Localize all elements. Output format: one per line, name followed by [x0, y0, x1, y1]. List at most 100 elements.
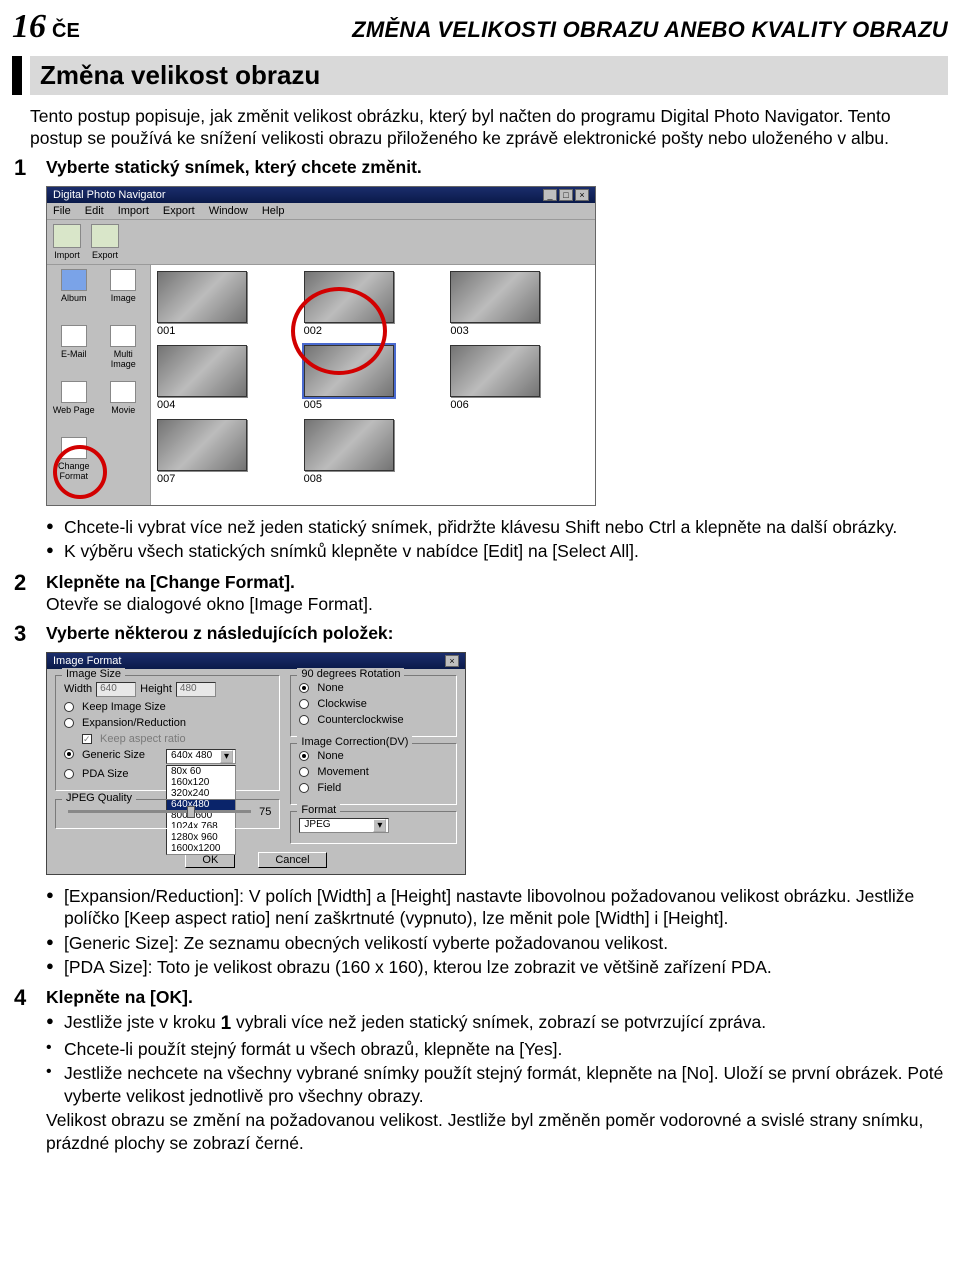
- sidebar-webpage[interactable]: Web Page: [51, 381, 97, 433]
- thumb-image-icon: [450, 271, 540, 323]
- step-1-notes: Chcete-li vybrat více než jeden statický…: [14, 516, 946, 565]
- sub-bullet-item: Chcete-li použít stejný formát u všech o…: [46, 1038, 946, 1060]
- radio-generic[interactable]: [64, 749, 74, 759]
- thumb-005[interactable]: 005: [304, 345, 443, 415]
- thumb-007[interactable]: 007: [157, 419, 296, 489]
- close-icon[interactable]: ×: [445, 655, 459, 667]
- step-title: Vyberte některou z následujících položek…: [46, 623, 394, 643]
- menu-export[interactable]: Export: [163, 205, 195, 217]
- sidebar: Album Image E-Mail Multi Image Web Page …: [47, 265, 151, 505]
- close-icon[interactable]: ×: [575, 189, 589, 201]
- image-icon: [110, 269, 136, 291]
- toolbar-import[interactable]: Import: [53, 224, 81, 260]
- multiimage-icon: [110, 325, 136, 347]
- quality-slider[interactable]: [68, 810, 251, 813]
- sidebar-email[interactable]: E-Mail: [51, 325, 97, 377]
- step-number: 1: [14, 156, 46, 180]
- rot-ccw-label: Counterclockwise: [317, 714, 403, 726]
- dialog-buttons: OK Cancel: [47, 848, 465, 874]
- intro-text: Tento postup popisuje, jak změnit veliko…: [30, 105, 946, 150]
- thumb-image-icon: [157, 419, 247, 471]
- bullet-item: Chcete-li vybrat více než jeden statický…: [46, 516, 946, 538]
- width-input[interactable]: 640: [96, 682, 136, 697]
- menu-help[interactable]: Help: [262, 205, 285, 217]
- thumb-001[interactable]: 001: [157, 271, 296, 341]
- thumb-004[interactable]: 004: [157, 345, 296, 415]
- export-icon: [91, 224, 119, 248]
- thumb-006[interactable]: 006: [450, 345, 589, 415]
- sidebar-changeformat[interactable]: Change Format: [51, 437, 97, 489]
- menubar[interactable]: File Edit Import Export Window Help: [47, 203, 595, 219]
- step-tail-text: Velikost obrazu se změní na požadovanou …: [46, 1109, 946, 1154]
- group-legend: Format: [297, 804, 340, 816]
- sidebar-image[interactable]: Image: [101, 269, 147, 321]
- sidebar-empty: [101, 437, 147, 489]
- step-title: Klepněte na [OK].: [46, 987, 193, 1007]
- radio-keep-size[interactable]: [64, 702, 74, 712]
- format-select[interactable]: JPEG: [299, 818, 389, 833]
- app-title: Digital Photo Navigator: [53, 189, 166, 201]
- aspect-label: Keep aspect ratio: [100, 733, 186, 745]
- radio-ic-movement[interactable]: [299, 767, 309, 777]
- menu-file[interactable]: File: [53, 205, 71, 217]
- sidebar-album[interactable]: Album: [51, 269, 97, 321]
- list-item[interactable]: 320x240: [167, 788, 235, 799]
- list-item[interactable]: 1600x1200: [167, 843, 235, 854]
- thumb-image-icon: [304, 345, 394, 397]
- sidebar-movie[interactable]: Movie: [101, 381, 147, 433]
- generic-size-select[interactable]: 640x 480: [166, 749, 236, 764]
- list-item[interactable]: 1280x 960: [167, 832, 235, 843]
- radio-rot-none[interactable]: [299, 683, 309, 693]
- maximize-icon[interactable]: □: [559, 189, 573, 201]
- thumb-008[interactable]: 008: [304, 419, 443, 489]
- ic-mov-label: Movement: [317, 766, 368, 778]
- toolbar: Import Export: [47, 219, 595, 265]
- group-legend: JPEG Quality: [62, 792, 136, 804]
- thumb-image-icon: [304, 419, 394, 471]
- rot-none-label: None: [317, 682, 343, 694]
- image-format-dialog: Image Format × Image Size Width 640 Heig…: [46, 652, 466, 875]
- menu-window[interactable]: Window: [209, 205, 248, 217]
- width-label: Width: [64, 683, 92, 695]
- height-input[interactable]: 480: [176, 682, 216, 697]
- step-1: 1 Vyberte statický snímek, který chcete …: [14, 156, 946, 180]
- radio-rot-cw[interactable]: [299, 699, 309, 709]
- list-item[interactable]: 80x 60: [167, 766, 235, 777]
- ic-field-label: Field: [317, 782, 341, 794]
- radio-ic-field[interactable]: [299, 783, 309, 793]
- album-icon: [61, 269, 87, 291]
- step-3: 3 Vyberte některou z následujících polož…: [14, 622, 946, 646]
- thumb-003[interactable]: 003: [450, 271, 589, 341]
- generic-label: Generic Size: [82, 749, 162, 761]
- group-legend: Image Size: [62, 668, 125, 680]
- group-legend: 90 degrees Rotation: [297, 668, 404, 680]
- sidebar-multiimage[interactable]: Multi Image: [101, 325, 147, 377]
- menu-edit[interactable]: Edit: [85, 205, 104, 217]
- radio-rot-ccw[interactable]: [299, 715, 309, 725]
- checkbox-aspect[interactable]: [82, 734, 92, 744]
- cancel-button[interactable]: Cancel: [258, 852, 326, 868]
- bullet-item: [Expansion/Reduction]: V polích [Width] …: [46, 885, 946, 930]
- thumb-image-icon: [304, 271, 394, 323]
- thumb-image-icon: [157, 271, 247, 323]
- radio-expansion[interactable]: [64, 718, 74, 728]
- expansion-label: Expansion/Reduction: [82, 717, 186, 729]
- toolbar-export[interactable]: Export: [91, 224, 119, 260]
- step-2: 2 Klepněte na [Change Format]. Otevře se…: [14, 571, 946, 616]
- radio-pda[interactable]: [64, 769, 74, 779]
- minimize-icon[interactable]: _: [543, 189, 557, 201]
- radio-ic-none[interactable]: [299, 751, 309, 761]
- thumb-002[interactable]: 002: [304, 271, 443, 341]
- sub-bullet-item: Jestliže nechcete na všechny vybrané sní…: [46, 1062, 946, 1107]
- section-bar: [12, 56, 22, 95]
- text-fragment: Jestliže jste v kroku: [64, 1012, 221, 1032]
- page-header: 16 ČE ZMĚNA VELIKOSTI OBRAZU ANEBO KVALI…: [0, 0, 960, 46]
- dialog-titlebar: Image Format ×: [47, 653, 465, 669]
- step-title: Vyberte statický snímek, který chcete zm…: [46, 157, 422, 177]
- group-jpeg-quality: JPEG Quality 75: [55, 799, 280, 829]
- quality-value: 75: [259, 806, 271, 818]
- pda-label: PDA Size: [82, 768, 128, 780]
- slider-thumb-icon[interactable]: [187, 806, 195, 818]
- menu-import[interactable]: Import: [118, 205, 149, 217]
- list-item[interactable]: 160x120: [167, 777, 235, 788]
